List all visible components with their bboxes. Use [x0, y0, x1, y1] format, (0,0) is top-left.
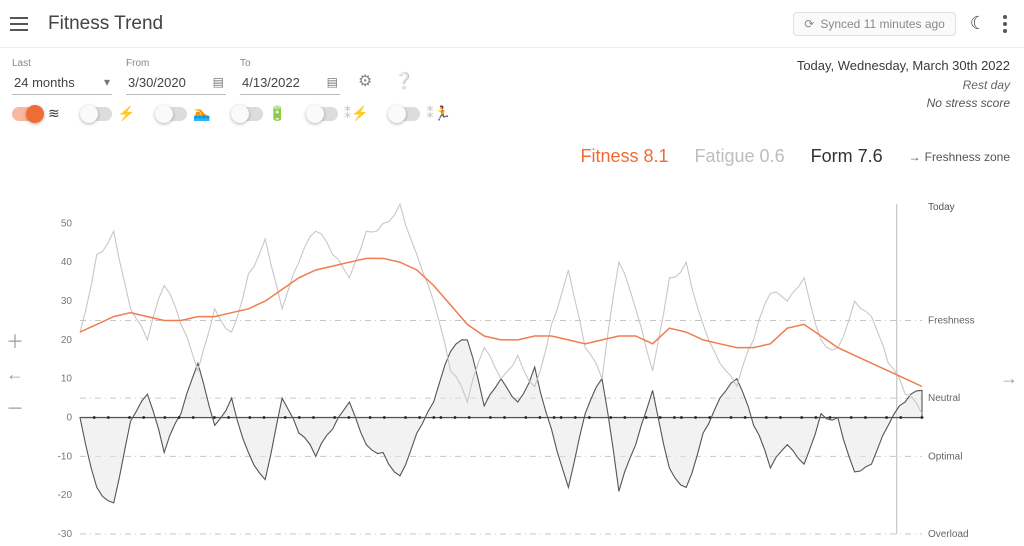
sync-status-text: Synced 11 minutes ago: [820, 17, 945, 31]
today-stress: No stress score: [797, 94, 1010, 112]
form-series: [80, 340, 922, 503]
svg-text:Today: Today: [928, 202, 955, 213]
freshness-zone-label: Freshness zone: [925, 150, 1010, 164]
toggle-battery[interactable]: 🔋: [233, 105, 286, 122]
svg-text:Optimal: Optimal: [928, 451, 962, 462]
range-to-field[interactable]: To 4/13/2022 ▤: [240, 58, 340, 95]
fitness-chart[interactable]: 50 40 30 20 10 0 -10 -20 -30 Freshness Neutral Opti…: [36, 198, 988, 544]
switch-power[interactable]: [82, 107, 112, 121]
svg-text:30: 30: [61, 296, 73, 307]
hr-power-icon: ⁑⚡: [344, 105, 368, 122]
toggle-hr-power[interactable]: ⁑⚡: [308, 105, 368, 122]
dark-mode-toggle[interactable]: ☾: [970, 13, 986, 34]
today-date: Today, Wednesday, March 30th 2022: [797, 56, 1010, 76]
switch-hr-run[interactable]: [390, 107, 420, 121]
battery-icon: 🔋: [269, 105, 286, 122]
help-icon: ❔: [394, 71, 414, 91]
toggle-power[interactable]: ⚡: [82, 105, 135, 122]
switch-fitness[interactable]: [12, 107, 42, 121]
svg-text:10: 10: [61, 374, 73, 385]
range-from-label: From: [126, 58, 226, 69]
range-last-label: Last: [12, 58, 112, 69]
switch-hr-power[interactable]: [308, 107, 338, 121]
gear-icon: ⚙: [358, 71, 372, 91]
power-icon: ⚡: [118, 105, 135, 122]
range-to-label: To: [240, 58, 340, 69]
hr-run-icon: ⁑🏃: [426, 105, 450, 122]
range-from-field[interactable]: From 3/30/2020 ▤: [126, 58, 226, 95]
toggle-swim[interactable]: 🏊: [157, 105, 210, 122]
pan-right-button[interactable]: →: [1000, 368, 1018, 389]
zoom-in-button[interactable]: ＋: [6, 328, 24, 354]
help-button[interactable]: ❔: [390, 67, 418, 95]
range-to-value[interactable]: 4/13/2022: [240, 71, 340, 95]
svg-text:0: 0: [66, 413, 72, 424]
svg-text:-20: -20: [58, 490, 73, 501]
freshness-zone-button[interactable]: → Freshness zone: [909, 150, 1010, 164]
today-rest: Rest day: [797, 76, 1010, 94]
today-info: Today, Wednesday, March 30th 2022 Rest d…: [797, 56, 1010, 112]
zoom-out-button[interactable]: －: [6, 395, 24, 421]
switch-battery[interactable]: [233, 107, 263, 121]
moon-icon: ☾: [970, 13, 986, 33]
arrow-right-icon: →: [909, 150, 921, 164]
svg-text:Freshness: Freshness: [928, 315, 975, 326]
svg-text:Neutral: Neutral: [928, 393, 960, 404]
sync-status-button[interactable]: ⟳ Synced 11 minutes ago: [793, 12, 956, 36]
svg-text:50: 50: [61, 218, 73, 229]
svg-text:Overload: Overload: [928, 529, 969, 540]
page-title: Fitness Trend: [48, 13, 793, 35]
range-last-field[interactable]: Last 24 months ▾: [12, 58, 112, 95]
more-menu-button[interactable]: [996, 15, 1014, 33]
metric-summary: Fitness 8.1 Fatigue 0.6 Form 7.6 → Fresh…: [580, 146, 1010, 167]
toggle-hr-run[interactable]: ⁑🏃: [390, 105, 450, 122]
top-bar: Fitness Trend ⟳ Synced 11 minutes ago ☾: [0, 0, 1024, 48]
settings-button[interactable]: ⚙: [354, 67, 376, 95]
svg-text:-10: -10: [58, 451, 73, 462]
chart-y-tools: ＋ ← －: [6, 328, 24, 421]
fitness-icon: ≋: [48, 105, 60, 122]
fitness-series: [80, 258, 922, 386]
range-from-value[interactable]: 3/30/2020: [126, 71, 226, 95]
toggle-fitness[interactable]: ≋: [12, 105, 60, 122]
controls: Last 24 months ▾ From 3/30/2020 ▤ To 4/1…: [0, 48, 1024, 99]
metric-form: Form 7.6: [811, 146, 883, 167]
range-last-value[interactable]: 24 months: [12, 71, 112, 95]
svg-text:20: 20: [61, 335, 73, 346]
metric-fitness: Fitness 8.1: [580, 146, 668, 167]
refresh-icon: ⟳: [804, 17, 814, 31]
hamburger-menu-icon[interactable]: [10, 12, 34, 36]
svg-text:40: 40: [61, 257, 73, 268]
svg-text:-30: -30: [58, 529, 73, 540]
metric-fatigue: Fatigue 0.6: [695, 146, 785, 167]
pan-left-button[interactable]: ←: [6, 364, 24, 385]
swim-icon: 🏊: [193, 105, 210, 122]
switch-swim[interactable]: [157, 107, 187, 121]
chart-area: ＋ ← － → 50 40 30 20 10 0 -10 -20 -30 Freshness Neu…: [0, 198, 1024, 546]
